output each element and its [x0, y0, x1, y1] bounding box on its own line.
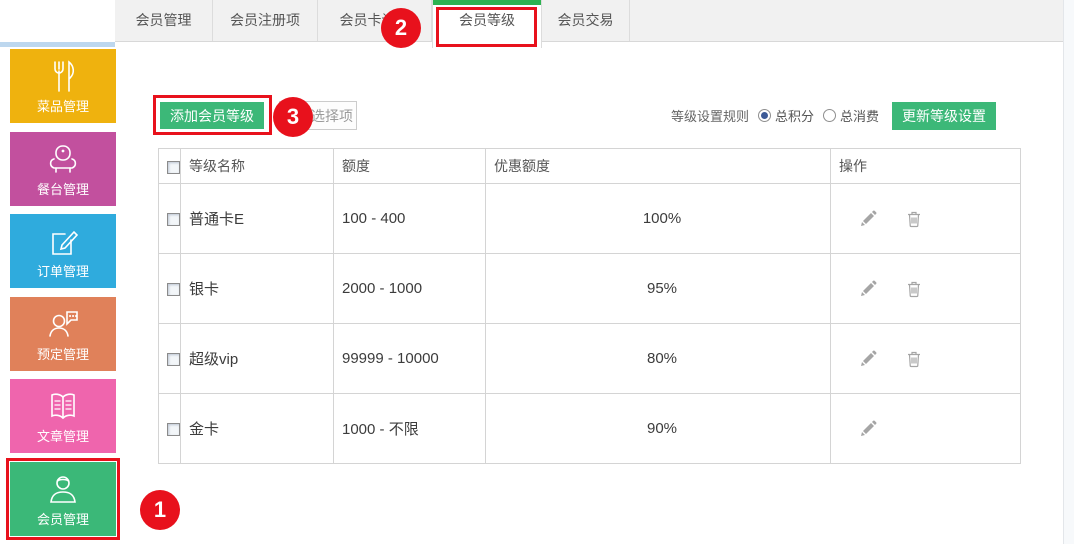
radio-total-points-label: 总积分 [775, 106, 814, 125]
delete-trash-icon[interactable] [905, 210, 923, 228]
sidebar-item-dishes[interactable]: 菜品管理 [10, 49, 116, 123]
table-header-row: 等级名称 额度 优惠额度 操作 [159, 149, 1021, 184]
tab-member-transactions[interactable]: 会员交易 [542, 0, 630, 41]
left-header-divider [0, 42, 115, 47]
tab-member-register-fields[interactable]: 会员注册项 [213, 0, 318, 41]
article-book-icon [42, 387, 84, 429]
row-checkbox[interactable] [167, 283, 180, 296]
active-tab-accent-bar [433, 0, 541, 5]
member-person-icon [42, 470, 84, 512]
discount-cell: 100% [486, 184, 831, 254]
level-rule-group: 等级设置规则 总积分 总消费 更新等级设置 [671, 101, 996, 130]
quota-cell: 2000 - 1000 [334, 254, 486, 324]
edit-pencil-icon[interactable] [859, 420, 877, 438]
delete-trash-icon[interactable] [905, 280, 923, 298]
sidebar-item-orders[interactable]: 订单管理 [10, 214, 116, 288]
level-name-cell: 金卡 [181, 394, 334, 464]
table-row: 银卡 2000 - 1000 95% [159, 254, 1021, 324]
radio-total-spend-label: 总消费 [840, 106, 879, 125]
tab-member-level[interactable]: 会员等级 [432, 0, 542, 48]
sidebar-item-articles[interactable]: 文章管理 [10, 379, 116, 453]
discount-cell: 95% [486, 254, 831, 324]
add-member-level-button[interactable]: 添加会员等级 [160, 102, 264, 129]
header-quota: 额度 [334, 149, 486, 184]
radio-total-spend[interactable]: 总消费 [823, 106, 879, 125]
edit-pencil-icon[interactable] [859, 280, 877, 298]
discount-cell: 90% [486, 394, 831, 464]
radio-total-points-control[interactable] [758, 109, 771, 122]
table-row: 金卡 1000 - 不限 90% [159, 394, 1021, 464]
select-all-checkbox[interactable] [167, 161, 180, 174]
delete-trash-icon[interactable] [905, 350, 923, 368]
quota-cell: 99999 - 10000 [334, 324, 486, 394]
annotation-step-3: 3 [273, 97, 313, 137]
radio-total-points[interactable]: 总积分 [758, 106, 814, 125]
level-rule-label: 等级设置规则 [671, 106, 749, 125]
header-level-name: 等级名称 [181, 149, 334, 184]
sidebar-item-label: 菜品管理 [37, 96, 89, 115]
row-checkbox[interactable] [167, 353, 180, 366]
annotation-step-2: 2 [381, 8, 421, 48]
level-name-cell: 超级vip [181, 324, 334, 394]
scrollbar-track[interactable] [1063, 0, 1074, 544]
tab-member-manage[interactable]: 会员管理 [115, 0, 213, 41]
member-tabbar: 会员管理 会员注册项 会员卡设置 会员等级 会员交易 [115, 0, 1063, 42]
chair-icon [42, 140, 84, 182]
sidebar-item-members[interactable]: 会员管理 [10, 462, 116, 536]
row-checkbox[interactable] [167, 213, 180, 226]
sidebar-item-tables[interactable]: 餐台管理 [10, 132, 116, 206]
radio-total-spend-control[interactable] [823, 109, 836, 122]
header-actions: 操作 [831, 149, 1021, 184]
discount-cell: 80% [486, 324, 831, 394]
row-checkbox[interactable] [167, 423, 180, 436]
edit-pencil-icon[interactable] [859, 350, 877, 368]
tab-member-level-label: 会员等级 [459, 12, 515, 28]
cutlery-icon [43, 57, 83, 97]
order-edit-icon [42, 222, 84, 264]
table-row: 普通卡E 100 - 400 100% [159, 184, 1021, 254]
sidebar-item-reservations[interactable]: 预定管理 [10, 297, 116, 371]
annotation-step-1: 1 [140, 490, 180, 530]
update-level-settings-button[interactable]: 更新等级设置 [892, 102, 996, 130]
member-level-table: 等级名称 额度 优惠额度 操作 普通卡E 100 - 400 100% 银卡 2 [158, 148, 1021, 464]
reservation-chat-icon [42, 305, 84, 347]
table-row: 超级vip 99999 - 10000 80% [159, 324, 1021, 394]
edit-pencil-icon[interactable] [859, 210, 877, 228]
quota-cell: 100 - 400 [334, 184, 486, 254]
level-name-cell: 银卡 [181, 254, 334, 324]
header-discount: 优惠额度 [486, 149, 831, 184]
level-name-cell: 普通卡E [181, 184, 334, 254]
quota-cell: 1000 - 不限 [334, 394, 486, 464]
